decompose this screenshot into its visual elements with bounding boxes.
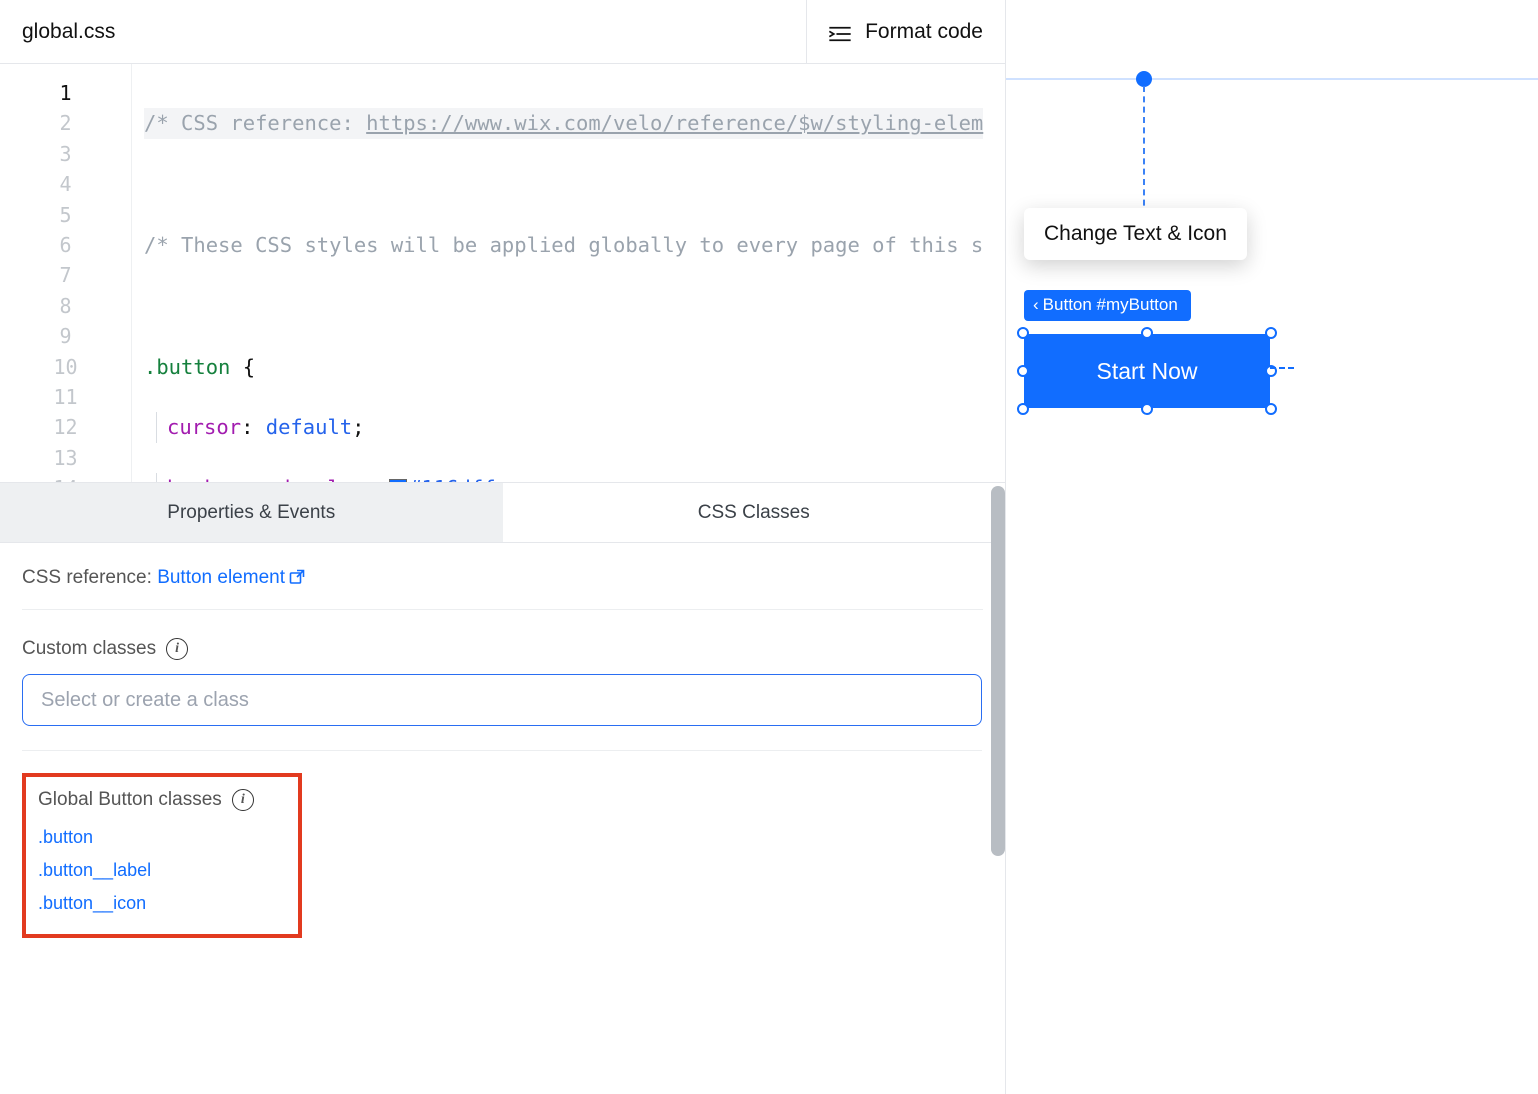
resize-handle[interactable] xyxy=(1265,327,1277,339)
selection-breadcrumb[interactable]: ‹ Button #myButton xyxy=(1024,290,1191,321)
change-text-icon-tooltip[interactable]: Change Text & Icon xyxy=(1024,208,1247,260)
preview-canvas[interactable]: Change Text & Icon ‹ Button #myButton St… xyxy=(1006,0,1538,1094)
code-value: default xyxy=(266,415,352,439)
info-icon[interactable]: i xyxy=(166,638,188,660)
code-property: cursor xyxy=(167,415,241,439)
bottom-panel: Properties & EventsCSS Classes CSS refer… xyxy=(0,482,1005,1094)
divider xyxy=(22,609,983,610)
guide-line xyxy=(1270,367,1294,369)
scrollbar[interactable] xyxy=(991,486,1005,856)
line-number: 10 xyxy=(0,352,131,382)
global-class-item[interactable]: .button__label xyxy=(38,854,286,887)
code-editor[interactable]: 1234567891011121314 /* CSS reference: ht… xyxy=(0,64,1005,482)
ruler-handle[interactable] xyxy=(1136,71,1152,87)
line-gutter: 1234567891011121314 xyxy=(0,64,132,482)
resize-handle[interactable] xyxy=(1017,365,1029,377)
line-number: 9 xyxy=(0,321,131,351)
resize-handle[interactable] xyxy=(1265,403,1277,415)
editor-header: global.css Format code xyxy=(0,0,1005,64)
tab-properties-events[interactable]: Properties & Events xyxy=(0,483,503,542)
divider xyxy=(22,750,982,751)
resize-handle[interactable] xyxy=(1141,327,1153,339)
line-number: 7 xyxy=(0,260,131,290)
format-icon xyxy=(829,24,851,40)
preview-button-element[interactable]: Start Now xyxy=(1024,334,1270,408)
external-link-icon xyxy=(289,569,305,591)
line-number: 8 xyxy=(0,291,131,321)
code-content[interactable]: /* CSS reference: https://www.wix.com/ve… xyxy=(132,64,995,482)
guide-line xyxy=(1143,86,1145,216)
panel-tabs: Properties & EventsCSS Classes xyxy=(0,482,1005,543)
line-number: 3 xyxy=(0,139,131,169)
global-class-item[interactable]: .button xyxy=(38,821,286,854)
line-number: 13 xyxy=(0,443,131,473)
line-number: 4 xyxy=(0,169,131,199)
preview-button-label: Start Now xyxy=(1097,358,1198,385)
code-selector: .button xyxy=(144,355,230,379)
resize-handle[interactable] xyxy=(1141,403,1153,415)
code-comment: /* CSS reference: xyxy=(144,111,366,135)
line-number: 1 xyxy=(0,78,131,108)
tab-css-classes[interactable]: CSS Classes xyxy=(503,483,1006,542)
format-code-label: Format code xyxy=(865,20,983,44)
global-class-item[interactable]: .button__icon xyxy=(38,887,286,920)
global-classes-highlight: Global Button classes i .button.button__… xyxy=(22,773,302,938)
line-number: 11 xyxy=(0,382,131,412)
css-reference-label: CSS reference: xyxy=(22,567,152,588)
chevron-left-icon: ‹ xyxy=(1033,295,1039,315)
ruler xyxy=(1006,78,1538,80)
global-classes-label: Global Button classes i xyxy=(38,789,286,811)
resize-handle[interactable] xyxy=(1017,327,1029,339)
custom-classes-input[interactable] xyxy=(22,674,982,726)
line-number: 2 xyxy=(0,108,131,138)
code-link[interactable]: https://www.wix.com/velo/reference/$w/st… xyxy=(366,111,983,135)
info-icon[interactable]: i xyxy=(232,789,254,811)
format-code-button[interactable]: Format code xyxy=(806,0,1005,63)
line-number: 5 xyxy=(0,200,131,230)
line-number: 12 xyxy=(0,412,131,442)
resize-handle[interactable] xyxy=(1017,403,1029,415)
line-number: 6 xyxy=(0,230,131,260)
code-comment: /* These CSS styles will be applied glob… xyxy=(144,233,983,257)
css-reference-link[interactable]: Button element xyxy=(157,567,305,588)
file-name: global.css xyxy=(22,20,115,44)
line-number: 14 xyxy=(0,473,131,482)
custom-classes-label: Custom classes i xyxy=(22,638,983,660)
